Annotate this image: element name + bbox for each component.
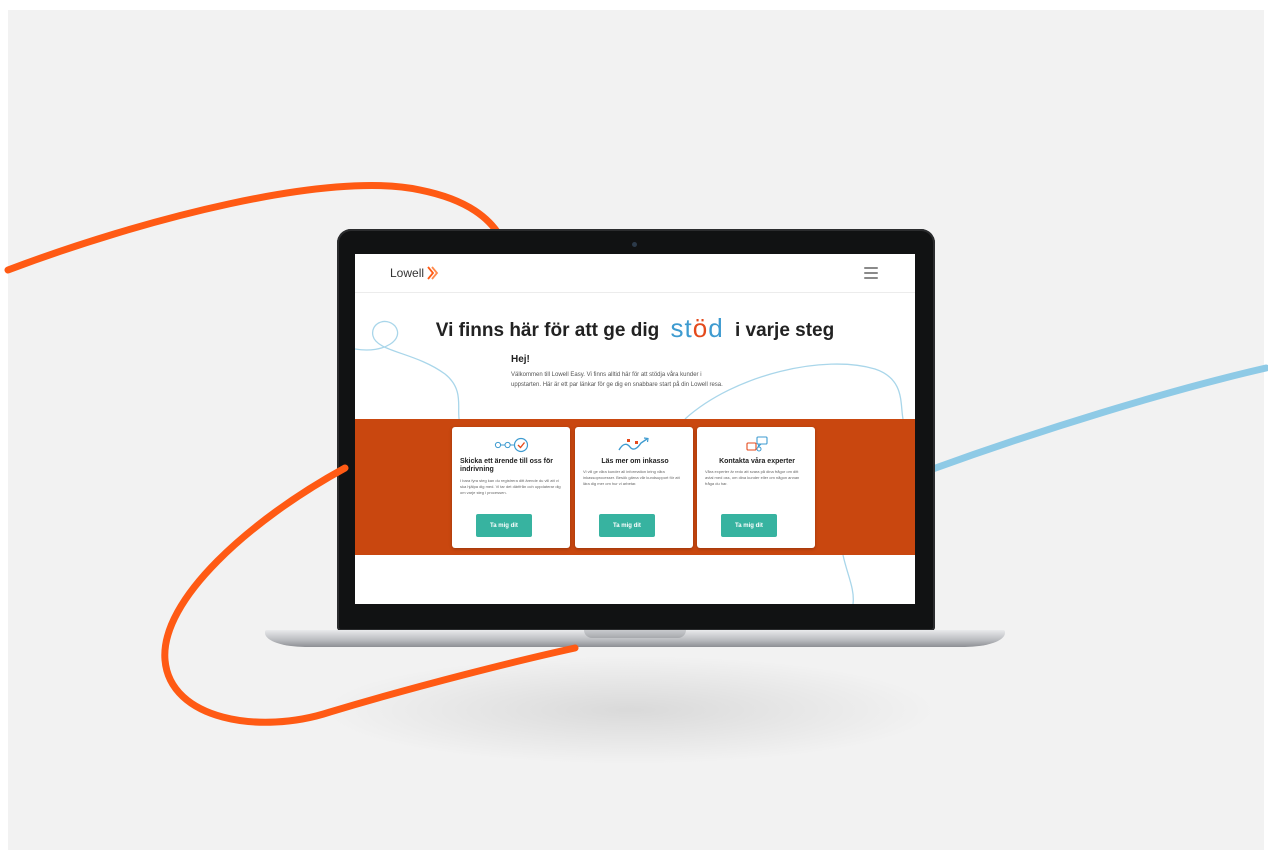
card-title-line-1: Kontakta våra experter bbox=[719, 458, 795, 465]
growth-chart-icon bbox=[618, 437, 649, 451]
laptop-screen: Lowell Vi finns här för att ge dig stöd … bbox=[355, 254, 915, 604]
laptop-shadow bbox=[320, 655, 940, 765]
accent-part-2: ö bbox=[692, 313, 709, 343]
greeting-title: Hej! bbox=[511, 354, 530, 365]
laptop-opening-notch bbox=[584, 630, 686, 638]
greeting-text: Välkommen till Lowell Easy. Vi finns all… bbox=[511, 370, 761, 390]
webcam-icon bbox=[632, 242, 637, 247]
lowell-chevron-logo-icon bbox=[427, 266, 439, 280]
card-contact-experts: Kontakta våra experter Våra experter är … bbox=[697, 427, 815, 548]
blue-thin-curve-bottom bbox=[842, 554, 854, 604]
hamburger-menu-icon[interactable] bbox=[864, 267, 878, 279]
title-before: Vi finns här för att ge dig bbox=[435, 320, 660, 341]
card-read-about-collection: Läs mer om inkasso Vi vill ge våra kunde… bbox=[575, 427, 693, 548]
card-title-line-1: Skicka ett ärende till oss för bbox=[460, 458, 553, 465]
card-title-line-2: indrivning bbox=[460, 466, 494, 473]
take-me-there-button[interactable]: Ta mig dit bbox=[599, 514, 655, 537]
brand-logo[interactable]: Lowell bbox=[390, 266, 440, 280]
take-me-there-button[interactable]: Ta mig dit bbox=[476, 514, 532, 537]
accent-part-1: st bbox=[670, 313, 693, 343]
card-title: Läs mer om inkasso bbox=[583, 458, 687, 466]
card-title: Skicka ett ärende till oss för indrivnin… bbox=[460, 458, 564, 474]
card-description: I bara fyra steg kan du registrera ditt … bbox=[460, 478, 561, 495]
title-accent-word: stöd bbox=[671, 313, 724, 343]
card-description: Våra experter är redo att svara på dina … bbox=[705, 469, 800, 486]
card-title-line-1: Läs mer om inkasso bbox=[601, 458, 669, 465]
card-submit-case: Skicka ett ärende till oss för indrivnin… bbox=[452, 427, 570, 548]
blue-ribbon bbox=[926, 364, 1268, 474]
greeting-line-1: Välkommen till Lowell Easy. Vi finns all… bbox=[511, 372, 702, 378]
title-after: i varje steg bbox=[734, 320, 835, 341]
accent-part-3: d bbox=[708, 313, 724, 343]
card-description: Vi vill ge våra kunder all information k… bbox=[583, 469, 680, 486]
page-title: Vi finns här för att ge dig stöd i varje… bbox=[355, 312, 915, 343]
greeting-line-2: uppstarten. Här är ett par länkar för ge… bbox=[511, 382, 723, 388]
process-check-icon bbox=[494, 437, 529, 453]
take-me-there-button[interactable]: Ta mig dit bbox=[721, 514, 777, 537]
brand-name: Lowell bbox=[390, 266, 425, 280]
top-navigation: Lowell bbox=[355, 254, 915, 293]
chat-bubbles-icon bbox=[746, 436, 768, 452]
card-title: Kontakta våra experter bbox=[705, 458, 809, 466]
